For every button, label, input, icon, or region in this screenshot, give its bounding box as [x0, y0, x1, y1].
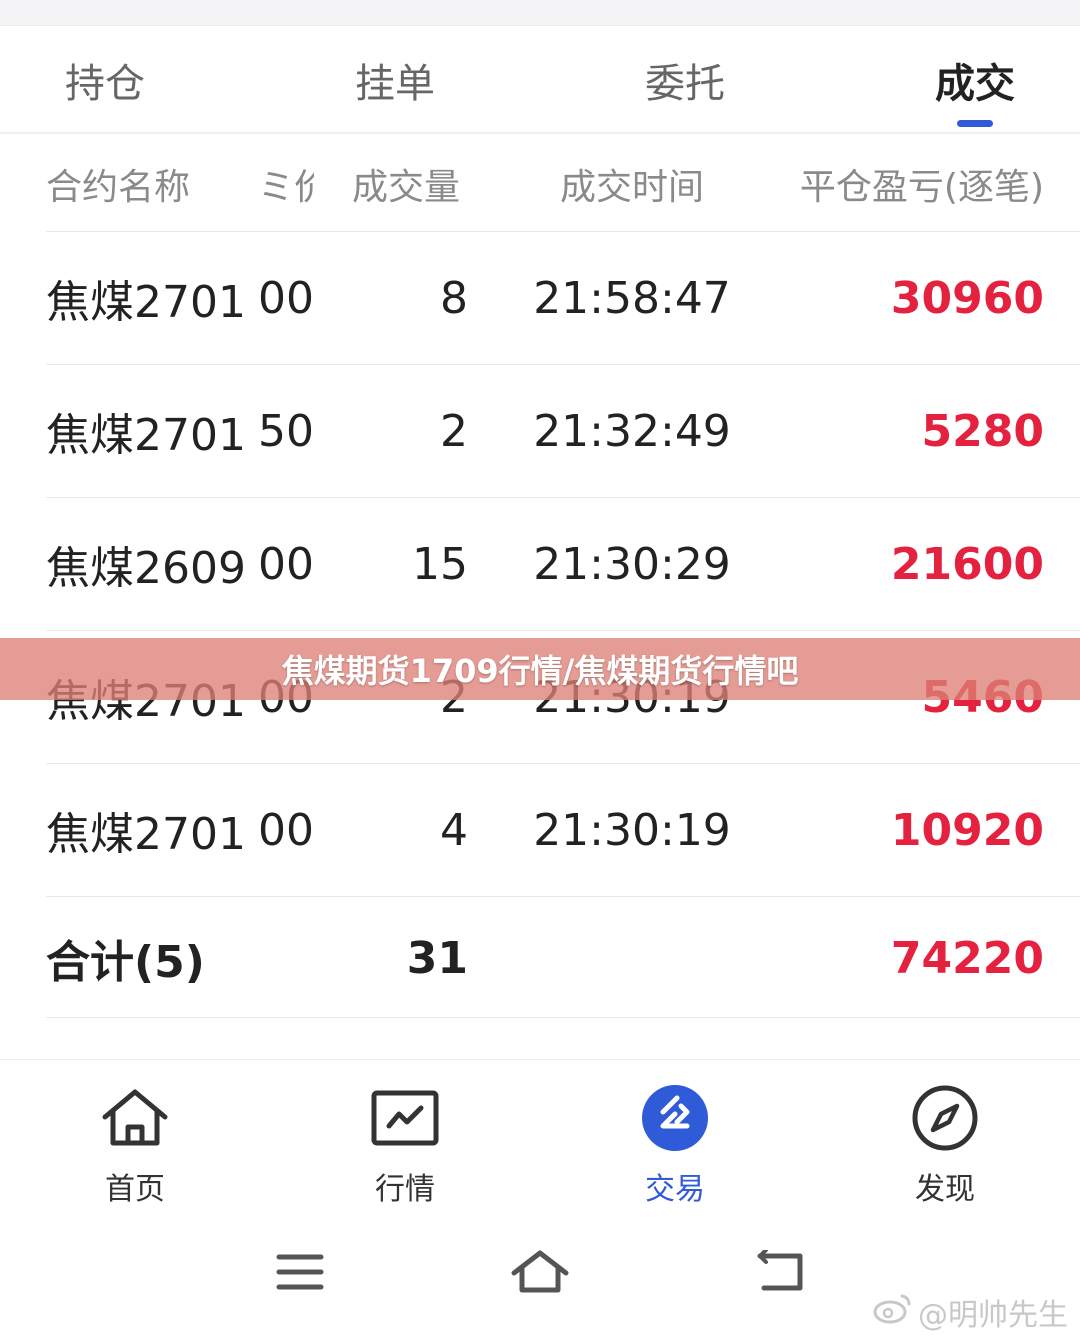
- total-label: 合计(5): [46, 937, 205, 988]
- contract-name: 焦煤2701: [46, 277, 246, 328]
- close-pnl: 5280: [921, 405, 1044, 457]
- trade-time: 21:30:29: [533, 538, 731, 590]
- section-gap: [0, 1018, 1080, 1060]
- divider: [46, 896, 1080, 897]
- trade-volume: 4: [440, 804, 468, 856]
- trade-time: 21:32:49: [533, 405, 731, 457]
- system-home-icon[interactable]: [504, 1242, 576, 1302]
- total-volume: 31: [406, 932, 468, 984]
- table-row[interactable]: 焦煤2701 50 2 21:32:49 5280: [0, 365, 1080, 497]
- nav-market[interactable]: 行情: [305, 1060, 505, 1210]
- header-contract-name: 合约名称: [46, 167, 191, 208]
- trade-price: 50: [258, 405, 314, 457]
- chart-icon: [369, 1082, 441, 1154]
- nav-home-label: 首页: [105, 1172, 165, 1207]
- table-row[interactable]: 焦煤2609 00 15 21:30:29 21600: [0, 498, 1080, 630]
- trade-time: 21:58:47: [533, 272, 731, 324]
- trade-icon: [639, 1082, 711, 1154]
- close-pnl: 21600: [890, 538, 1044, 590]
- tab-positions[interactable]: 持仓: [30, 26, 180, 134]
- close-pnl: 10920: [890, 804, 1044, 856]
- menu-icon[interactable]: [264, 1242, 336, 1302]
- contract-name: 焦煤2701: [46, 809, 246, 860]
- bottom-nav: 首页 行情 交易 发现: [0, 1060, 1080, 1210]
- overlay-title-banner: 焦煤期货1709行情/焦煤期货行情吧: [0, 638, 1080, 700]
- table-row[interactable]: 焦煤2701 00 8 21:58:47 30960: [0, 232, 1080, 364]
- trade-price: 00: [258, 272, 314, 324]
- back-icon[interactable]: [744, 1242, 816, 1302]
- nav-discover[interactable]: 发现: [845, 1060, 1045, 1210]
- weibo-icon: [872, 1292, 912, 1332]
- header-trade-time: 成交时间: [559, 167, 704, 208]
- watermark: @明帅先生: [872, 1290, 1068, 1334]
- tab-orders[interactable]: 委托: [610, 26, 760, 134]
- compass-icon: [909, 1082, 981, 1154]
- total-row: 合计(5) 31 74220: [0, 898, 1080, 1018]
- order-tabs: 持仓 挂单 委托 成交: [0, 26, 1080, 134]
- table-row[interactable]: 焦煤2701 00 4 21:30:19 10920: [0, 764, 1080, 896]
- trade-price: 00: [258, 804, 314, 856]
- tab-trades[interactable]: 成交: [900, 26, 1050, 134]
- trade-price: 00: [258, 538, 314, 590]
- trade-volume: 2: [440, 405, 468, 457]
- header-close-pnl: 平仓盈亏(逐笔): [799, 167, 1044, 208]
- banner-text: 焦煤期货1709行情/焦煤期货行情吧: [281, 652, 799, 690]
- trade-volume: 15: [412, 538, 468, 590]
- header-price: ミ价: [258, 167, 314, 208]
- nav-market-label: 行情: [375, 1172, 435, 1207]
- contract-name: 焦煤2609: [46, 543, 246, 594]
- watermark-text: @明帅先生: [918, 1298, 1068, 1333]
- close-pnl: 30960: [890, 272, 1044, 324]
- nav-discover-label: 发现: [915, 1172, 975, 1207]
- nav-trade[interactable]: 交易: [575, 1060, 775, 1210]
- nav-trade-label: 交易: [645, 1172, 705, 1207]
- top-gap: [0, 0, 1080, 26]
- table-header: 合约名称 ミ价 成交量 成交时间 平仓盈亏(逐笔): [0, 136, 1080, 232]
- home-icon: [99, 1082, 171, 1154]
- active-tab-indicator: [957, 120, 993, 127]
- trade-time: 21:30:19: [533, 804, 731, 856]
- tab-pending[interactable]: 挂单: [320, 26, 470, 134]
- nav-home[interactable]: 首页: [35, 1060, 235, 1210]
- trade-volume: 8: [440, 272, 468, 324]
- header-volume: 成交量: [352, 167, 461, 208]
- contract-name: 焦煤2701: [46, 410, 246, 461]
- total-pnl: 74220: [890, 932, 1044, 984]
